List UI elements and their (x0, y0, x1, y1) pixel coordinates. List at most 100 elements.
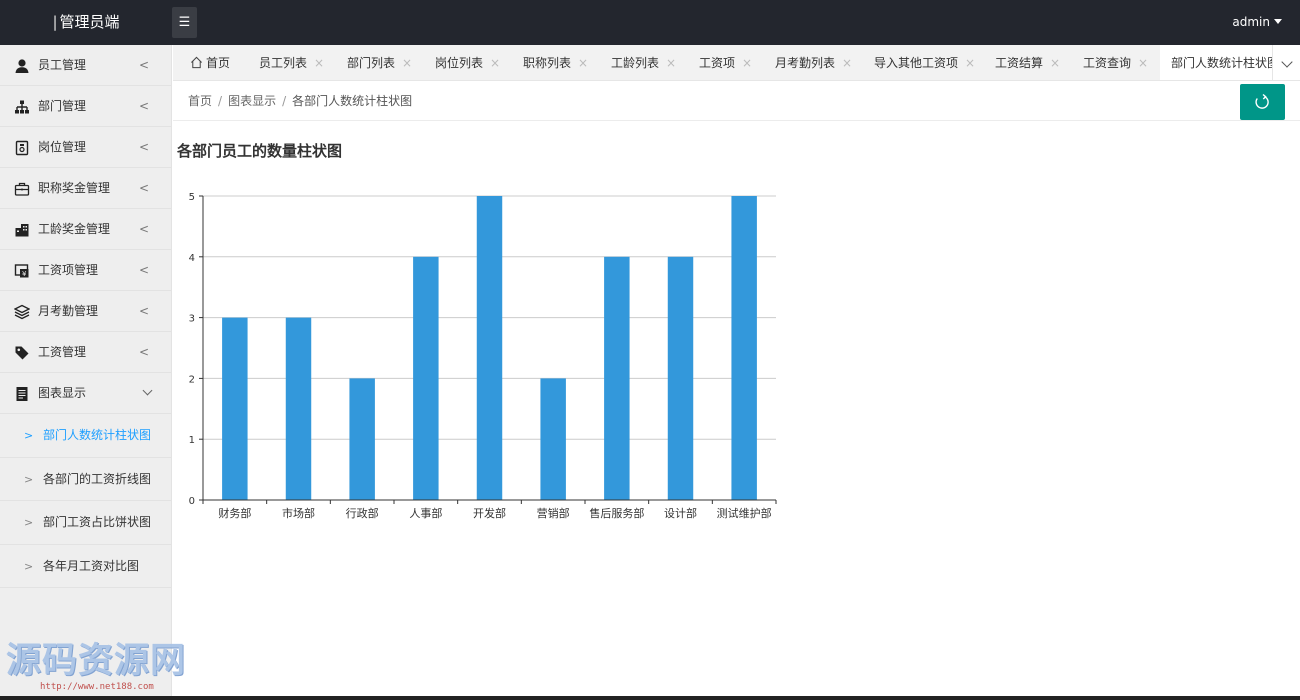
chevron-left-icon: < (138, 222, 149, 236)
tab-title-list[interactable]: 职称列表 × (523, 45, 588, 80)
sidebar-item-department[interactable]: 部门管理 < (0, 86, 171, 127)
brand: | 管理员端 (0, 0, 172, 45)
sidebar-item-label: 员工管理 (38, 58, 87, 72)
tab-label: 部门列表 (347, 56, 396, 70)
tab-attendance-list[interactable]: 月考勤列表 × (775, 45, 852, 80)
sidebar-item-label: 岗位管理 (38, 140, 87, 154)
menu-toggle-icon[interactable]: ☰ (172, 7, 197, 38)
breadcrumb-separator: / (282, 94, 287, 108)
close-icon[interactable]: × (578, 56, 588, 70)
close-icon[interactable]: × (666, 56, 676, 70)
chevron-left-icon: < (138, 263, 149, 277)
tab-import-salary-items[interactable]: 导入其他工资项 × (874, 45, 975, 80)
close-icon[interactable]: × (842, 56, 852, 70)
tab-salary-query[interactable]: 工资查询 × (1083, 45, 1148, 80)
top-bar: | 管理员端 ☰ admin (0, 0, 1300, 45)
tab-label: 工龄列表 (611, 56, 660, 70)
badge-icon (15, 140, 29, 156)
breadcrumb-charts[interactable]: 图表显示 (228, 94, 276, 108)
bar (285, 317, 312, 500)
tab-salary-item[interactable]: 工资项 × (699, 45, 752, 80)
tab-more-chevron-icon[interactable] (1272, 45, 1300, 80)
chevron-left-icon: < (138, 140, 149, 154)
x-tick-label: 财务部 (218, 506, 251, 520)
brand-title: 管理员端 (59, 13, 120, 31)
close-icon[interactable]: × (965, 56, 975, 70)
close-icon[interactable]: × (402, 56, 412, 70)
building-icon (15, 224, 29, 237)
chart-y-axis: 0 1 2 3 4 5 (189, 192, 204, 507)
tab-department-list[interactable]: 部门列表 × (347, 45, 412, 80)
tab-label: 月考勤列表 (775, 56, 836, 70)
tab-label: 工资项 (699, 56, 736, 70)
sidebar-subitem-dept-count-bar[interactable]: > 部门人数统计柱状图 (0, 414, 171, 458)
sidebar-item-charts[interactable]: 图表显示 (0, 373, 171, 414)
refresh-icon (1255, 93, 1269, 109)
close-icon[interactable]: × (314, 56, 324, 70)
y-tick-label: 4 (189, 253, 195, 264)
sidebar-item-label: 部门管理 (38, 99, 87, 113)
x-tick-label: 设计部 (664, 506, 697, 520)
briefcase-icon (14, 182, 30, 196)
chevron-left-icon: < (138, 304, 149, 318)
sidebar-subitem-label: 各年月工资对比图 (43, 558, 140, 573)
sidebar-item-salary[interactable]: 工资管理 < (0, 332, 171, 373)
sidebar-item-employee[interactable]: 员工管理 < (0, 45, 171, 86)
chevron-right-icon: > (24, 559, 34, 573)
sidebar-item-position[interactable]: 岗位管理 < (0, 127, 171, 168)
bar-chart: 0 1 2 3 4 5 财务部 市场部 行政部 人事部 开发部 营销部 售后服务部 设计部 测试维护部 (189, 192, 777, 520)
chart-bars (222, 196, 757, 500)
tab-bar: 首页 员工列表 × 部门列表 × 岗位列表 × 职称列表 × 工龄列表 × 工资项 × 月考… (173, 45, 1300, 81)
bottom-bar (0, 696, 1300, 700)
sidebar-item-label: 工资管理 (38, 345, 87, 359)
sidebar-item-label: 职称奖金管理 (38, 181, 111, 195)
sidebar-subitem-dept-salary-line[interactable]: > 各部门的工资折线图 (0, 458, 171, 501)
x-tick-label: 营销部 (537, 506, 570, 520)
tab-label: 工资查询 (1083, 56, 1132, 70)
user-menu[interactable]: admin (1232, 0, 1282, 45)
bar (731, 196, 757, 500)
close-icon[interactable]: × (742, 56, 752, 70)
tab-label: 员工列表 (259, 56, 308, 70)
sidebar-subitem-dept-salary-pie[interactable]: > 部门工资占比饼状图 (0, 501, 171, 545)
chevron-down-icon (142, 385, 153, 396)
chevron-left-icon: < (138, 58, 149, 72)
bar (476, 196, 503, 500)
sidebar-item-label: 月考勤管理 (38, 304, 99, 318)
tab-label: 首页 (206, 56, 231, 70)
close-icon[interactable]: × (1050, 56, 1060, 70)
refresh-button[interactable] (1240, 84, 1285, 120)
breadcrumb-home[interactable]: 首页 (188, 94, 212, 108)
sidebar-subitem-yearly-salary-compare[interactable]: > 各年月工资对比图 (0, 545, 171, 588)
bar (222, 317, 248, 500)
tab-label: 职称列表 (523, 56, 572, 70)
tab-salary-settlement[interactable]: 工资结算 × (995, 45, 1060, 80)
x-tick-label: 开发部 (473, 506, 506, 520)
sidebar-item-title-bonus[interactable]: 职称奖金管理 < (0, 168, 171, 209)
home-icon (191, 56, 202, 69)
tab-home[interactable]: 首页 (190, 45, 231, 80)
tab-seniority-list[interactable]: 工龄列表 × (611, 45, 676, 80)
close-icon[interactable]: × (490, 56, 500, 70)
chevron-left-icon: < (138, 345, 149, 359)
chevron-right-icon: > (24, 472, 34, 486)
breadcrumb: 首页 / 图表显示 / 各部门人数统计柱状图 (188, 81, 412, 121)
tab-dept-count-bar[interactable]: 部门人数统计柱状图 (1160, 45, 1291, 80)
breadcrumb-current: 各部门人数统计柱状图 (292, 94, 413, 108)
sidebar-item-salary-item[interactable]: ¥ 工资项管理 < (0, 250, 171, 291)
brand-divider: | (52, 13, 58, 31)
tab-employee-list[interactable]: 员工列表 × (259, 45, 324, 80)
x-tick-label: 行政部 (346, 506, 379, 520)
tab-label: 工资结算 (995, 56, 1044, 70)
sidebar-item-attendance[interactable]: 月考勤管理 < (0, 291, 171, 332)
y-tick-label: 1 (189, 435, 195, 446)
close-icon[interactable]: × (1138, 56, 1148, 70)
tab-position-list[interactable]: 岗位列表 × (435, 45, 500, 80)
layers-icon (14, 304, 30, 320)
tab-label: 导入其他工资项 (874, 56, 959, 70)
sidebar-subitem-label: 部门人数统计柱状图 (43, 428, 152, 442)
sidebar-item-seniority-bonus[interactable]: 工龄奖金管理 < (0, 209, 171, 250)
sidebar-item-label: 工龄奖金管理 (38, 222, 111, 236)
document-icon (16, 387, 28, 401)
y-tick-label: 2 (189, 374, 195, 385)
